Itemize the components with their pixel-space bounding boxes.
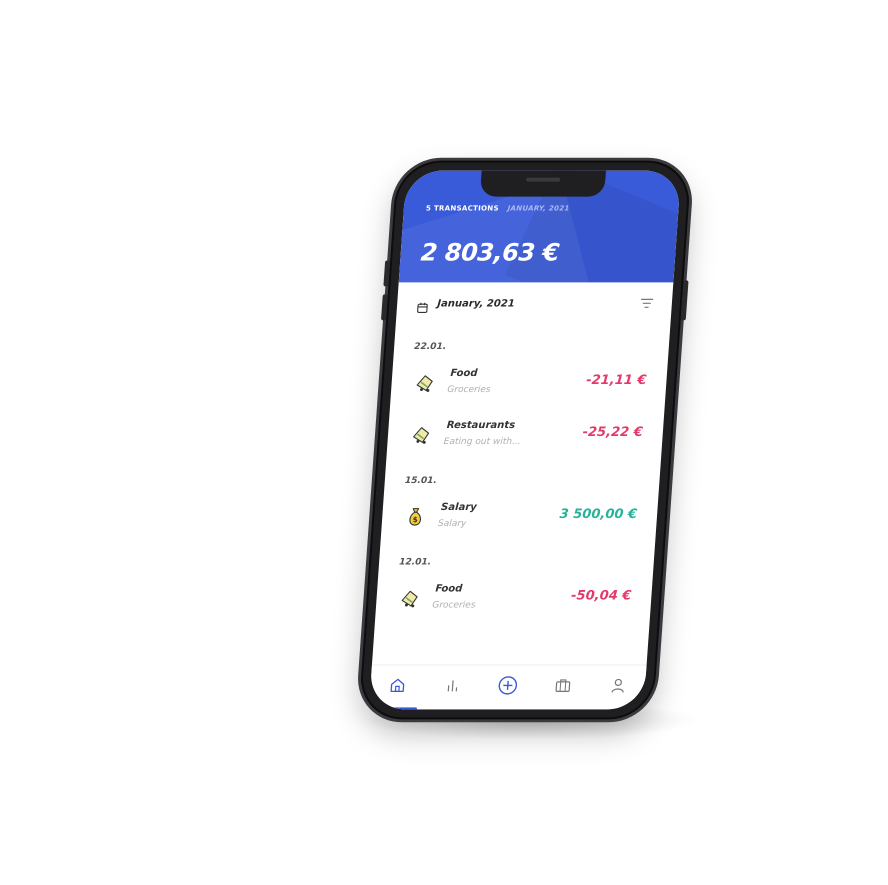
filter-icon[interactable] (639, 294, 654, 313)
speaker (526, 177, 561, 182)
transaction-title: Food (434, 583, 463, 595)
tab-stats[interactable] (437, 672, 469, 702)
transaction-subtitle: Eating out with... (443, 437, 521, 447)
food-cart-icon (398, 588, 424, 612)
transaction-subtitle: Groceries (446, 385, 491, 396)
tab-profile[interactable] (601, 672, 633, 702)
transaction-amount: -25,22 € (582, 425, 644, 440)
briefcase-icon (554, 677, 571, 697)
phone-mockup: 5 TRANSACTIONS JANUARY, 2021 2 803,63 € … (358, 160, 692, 720)
transaction-title: Food (450, 368, 478, 380)
user-icon (609, 677, 626, 697)
transaction-amount: 3 500,00 € (559, 506, 638, 522)
tab-home[interactable] (382, 672, 414, 702)
transactions-count: 5 TRANSACTIONS (425, 204, 500, 213)
volume-up-button (383, 260, 391, 287)
month-label: January, 2021 (436, 298, 516, 310)
app-screen: 5 TRANSACTIONS JANUARY, 2021 2 803,63 € … (368, 170, 682, 710)
transaction-subtitle: Groceries (431, 600, 476, 611)
tab-wallet[interactable] (547, 672, 579, 702)
power-button (680, 280, 689, 321)
food-cart-icon (413, 372, 439, 396)
svg-text:$: $ (412, 515, 418, 524)
header-meta: 5 TRANSACTIONS JANUARY, 2021 (426, 205, 570, 213)
date-header: 12.01. (398, 557, 432, 568)
date-header: 15.01. (404, 475, 438, 486)
stage: 5 TRANSACTIONS JANUARY, 2021 2 803,63 € … (0, 0, 888, 885)
month-selector[interactable]: January, 2021 (395, 282, 673, 328)
transaction-title: Salary (440, 501, 478, 513)
transaction-row[interactable]: Restaurants Eating out with... -25,22 € (386, 410, 664, 462)
plus-circle-icon (497, 675, 519, 699)
notch (479, 170, 606, 197)
tab-add[interactable] (492, 672, 524, 702)
transaction-amount: -50,04 € (570, 588, 632, 604)
bottom-tab-bar (368, 664, 647, 710)
volume-down-button (380, 294, 388, 321)
date-header: 22.01. (413, 342, 447, 353)
header-period: JANUARY, 2021 (507, 204, 570, 213)
transaction-row[interactable]: $ Salary Salary 3 500,00 € (380, 492, 658, 544)
total-balance: 2 803,63 € (419, 238, 560, 267)
food-cart-icon (409, 424, 435, 448)
money-bag-icon: $ (403, 506, 429, 530)
transaction-row[interactable]: Food Groceries -21,11 € (390, 358, 668, 410)
bar-chart-icon (444, 677, 461, 697)
transaction-subtitle: Salary (437, 518, 467, 529)
transaction-list: 22.01. Food Groceries -21,11 € Restauran… (375, 342, 669, 625)
calendar-icon (416, 298, 428, 317)
transaction-amount: -21,11 € (585, 373, 647, 389)
transaction-title: Restaurants (446, 420, 516, 432)
transaction-row[interactable]: Food Groceries -50,04 € (375, 574, 653, 626)
home-icon (389, 677, 406, 697)
